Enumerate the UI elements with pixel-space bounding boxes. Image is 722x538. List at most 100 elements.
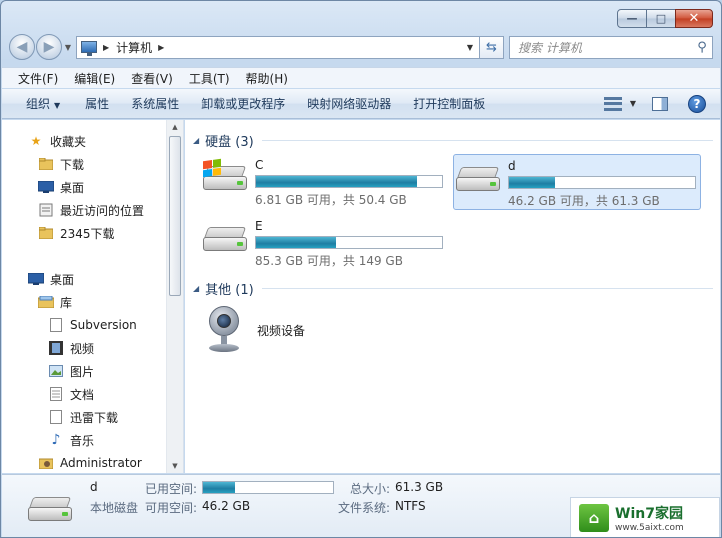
nav-favorites[interactable]: ★ 收藏夹 <box>28 131 86 151</box>
house-icon: ⌂ <box>579 504 609 532</box>
nav-item-subversion[interactable]: Subversion <box>48 315 137 335</box>
refresh-button[interactable]: ⇆ <box>480 35 504 59</box>
menu-bar: 文件(F) 编辑(E) 查看(V) 工具(T) 帮助(H) <box>2 67 720 88</box>
nav-item-2345-downloads[interactable]: 2345下载 <box>38 223 115 243</box>
system-properties-button[interactable]: 系统属性 <box>120 95 190 112</box>
uninstall-program-button[interactable]: 卸载或更改程序 <box>190 95 296 112</box>
recent-pages-dropdown[interactable]: ▼ <box>62 43 74 52</box>
collapse-icon[interactable]: ◢ <box>193 284 199 293</box>
details-total-value: 61.3 GB <box>395 480 444 494</box>
menu-file[interactable]: 文件(F) <box>18 70 58 87</box>
group-other[interactable]: ◢ 其他 (1) <box>193 278 713 298</box>
back-button[interactable]: ◀ <box>9 34 35 60</box>
map-network-drive-button[interactable]: 映射网络驱动器 <box>296 95 402 112</box>
details-fs-value: NTFS <box>395 499 426 513</box>
organize-button[interactable]: 组织 ▼ <box>2 95 74 112</box>
search-icon[interactable]: ⚲ <box>692 40 712 55</box>
drive-free-space: 6.81 GB 可用，共 50.4 GB <box>255 193 407 207</box>
watermark-brand: Win7家园 <box>615 506 683 522</box>
nav-item-videos[interactable]: 视频 <box>48 338 94 358</box>
nav-item-label: 音乐 <box>70 433 95 448</box>
desktop-icon <box>38 179 54 195</box>
preview-pane-icon[interactable] <box>652 96 668 111</box>
details-free-key: 可用空间: <box>145 501 198 515</box>
menu-view[interactable]: 查看(V) <box>131 70 173 87</box>
nav-desktop[interactable]: 桌面 <box>28 269 74 289</box>
nav-item-label: 图片 <box>70 364 95 379</box>
capacity-fill <box>509 177 555 188</box>
more-views-dropdown[interactable]: ▼ <box>630 99 636 108</box>
nav-item-pictures[interactable]: 图片 <box>48 361 94 381</box>
address-history-dropdown[interactable]: ▼ <box>467 43 473 52</box>
drive-c[interactable]: C 6.81 GB 可用，共 50.4 GB <box>201 154 449 210</box>
nav-item-label: Administrator <box>60 456 142 470</box>
scroll-up-icon[interactable]: ▲ <box>167 123 183 131</box>
recent-places-icon <box>38 202 54 218</box>
scrollbar-thumb[interactable] <box>169 136 181 296</box>
menu-help[interactable]: 帮助(H) <box>246 70 288 87</box>
nav-item-desktop-fav[interactable]: 桌面 <box>38 177 84 197</box>
nav-item-recent-places[interactable]: 最近访问的位置 <box>38 200 144 220</box>
breadcrumb-arrow-icon[interactable]: ▶ <box>103 43 109 52</box>
nav-favorites-label: 收藏夹 <box>50 134 87 149</box>
command-bar: 组织 ▼ 属性 系统属性 卸载或更改程序 映射网络驱动器 打开控制面板 ▼ ? <box>2 89 720 119</box>
search-input[interactable]: 搜索 计算机 ⚲ <box>509 35 713 59</box>
nav-item-downloads[interactable]: 下载 <box>38 154 84 174</box>
details-name: d <box>90 480 98 494</box>
help-icon[interactable]: ? <box>688 94 706 113</box>
nav-item-label: 最近访问的位置 <box>60 203 145 218</box>
watermark-url: www.5aixt.com <box>615 523 684 533</box>
nav-item-music[interactable]: ♪ 音乐 <box>48 430 94 450</box>
details-total-key: 总大小: <box>350 482 391 496</box>
menu-tools[interactable]: 工具(T) <box>189 70 230 87</box>
minimize-button[interactable]: — <box>617 9 647 28</box>
capacity-fill <box>203 482 235 493</box>
drive-d[interactable]: d 46.2 GB 可用，共 61.3 GB <box>453 154 701 210</box>
collapse-icon[interactable]: ◢ <box>193 136 199 145</box>
forward-arrow-icon: ▶ <box>43 39 55 55</box>
computer-icon <box>81 41 97 56</box>
back-arrow-icon: ◀ <box>16 39 28 55</box>
webcam-icon <box>203 304 249 356</box>
drive-free-space: 85.3 GB 可用，共 149 GB <box>255 254 403 268</box>
navigation-scrollbar[interactable]: ▲ ▼ <box>166 120 183 473</box>
nav-item-documents[interactable]: 文档 <box>48 384 94 404</box>
search-placeholder: 搜索 计算机 <box>518 40 582 55</box>
nav-item-label: 桌面 <box>60 180 85 195</box>
nav-item-label: 文档 <box>70 387 95 402</box>
open-control-panel-button[interactable]: 打开控制面板 <box>402 95 496 112</box>
change-view-icon[interactable] <box>603 96 622 111</box>
group-divider <box>261 287 713 289</box>
maximize-button[interactable]: □ <box>646 9 676 28</box>
properties-button[interactable]: 属性 <box>74 95 120 112</box>
organize-label: 组织 <box>26 97 51 111</box>
capacity-fill <box>256 237 336 248</box>
close-icon: ✕ <box>688 11 700 26</box>
group-hard-disks[interactable]: ◢ 硬盘 (3) <box>193 130 713 150</box>
capacity-fill <box>256 176 417 187</box>
drive-label: d <box>508 159 516 173</box>
breadcrumb-arrow-icon[interactable]: ▶ <box>158 43 164 52</box>
menu-edit[interactable]: 编辑(E) <box>74 70 115 87</box>
group-divider <box>261 139 713 141</box>
drive-label: C <box>255 158 264 172</box>
capacity-bar <box>508 176 696 189</box>
nav-library[interactable]: 库 <box>38 292 72 312</box>
nav-item-label: Subversion <box>70 318 137 332</box>
chevron-down-icon: ▼ <box>54 101 61 110</box>
scroll-down-icon[interactable]: ▼ <box>167 462 183 470</box>
user-folder-icon <box>38 455 54 471</box>
device-webcam[interactable]: 视频设备 <box>203 304 305 356</box>
details-used-key: 已用空间: <box>145 482 198 496</box>
nav-administrator[interactable]: Administrator <box>38 453 142 473</box>
breadcrumb-computer[interactable]: 计算机 <box>116 39 152 56</box>
close-button[interactable]: ✕ <box>675 9 713 28</box>
nav-item-thunder-downloads[interactable]: 迅雷下载 <box>48 407 118 427</box>
drive-e[interactable]: E 85.3 GB 可用，共 149 GB <box>201 215 449 271</box>
forward-button[interactable]: ▶ <box>36 34 62 60</box>
music-note-icon: ♪ <box>51 432 61 448</box>
caption-buttons: — □ ✕ <box>617 9 713 28</box>
hard-drive-icon <box>26 489 76 529</box>
capacity-bar <box>255 236 443 249</box>
address-bar[interactable]: ▶ 计算机 ▶ ▼ <box>76 35 480 59</box>
